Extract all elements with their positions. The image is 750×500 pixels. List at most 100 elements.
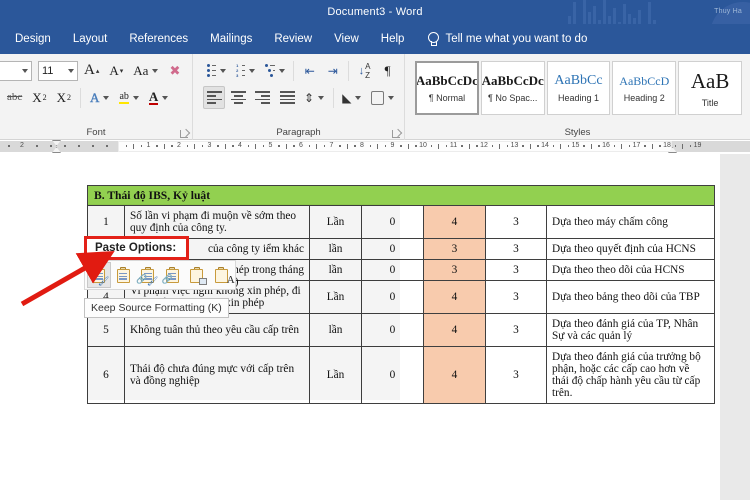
style-preview: AaBbCc: [554, 73, 603, 88]
align-left-button[interactable]: [203, 86, 226, 109]
font-color-icon: A: [148, 89, 159, 105]
tab-layout[interactable]: Layout: [62, 29, 119, 49]
table-section-header: B. Thái độ IBS, Kỷ luật: [87, 185, 715, 206]
clear-formatting-icon: ✖: [169, 62, 181, 78]
font-dialog-launcher[interactable]: [180, 130, 188, 138]
ruler-tick: [194, 144, 196, 149]
ruler-tick: [106, 145, 108, 147]
subscript-button[interactable]: X2: [28, 86, 50, 109]
text-effects-button[interactable]: A: [86, 86, 113, 109]
cell-num2: 3: [485, 205, 547, 239]
align-right-button[interactable]: [252, 86, 274, 109]
strikethrough-button[interactable]: abc: [3, 86, 26, 109]
font-group-label: Font: [86, 127, 106, 138]
chevron-down-icon: [103, 95, 110, 100]
font-name-combo[interactable]: y): [0, 60, 32, 81]
align-right-icon: [255, 91, 271, 104]
cell-desc: Thái độ chưa đúng mực với cấp trên và đồ…: [124, 346, 310, 404]
clipboard-picture-icon: [190, 267, 208, 285]
grow-font-button[interactable]: A ▴: [80, 59, 103, 82]
tell-me-box[interactable]: Tell me what you want to do: [427, 32, 587, 46]
line-spacing-button[interactable]: ⇕: [300, 86, 327, 109]
numbering-button[interactable]: 123: [232, 59, 259, 82]
ruler-tick: [50, 145, 52, 147]
style-preview: AaBbCcD: [619, 73, 670, 88]
font-size-combo[interactable]: 11: [38, 60, 78, 81]
style-heading-1[interactable]: AaBbCc Heading 1: [546, 61, 611, 115]
justify-button[interactable]: [276, 86, 298, 109]
cell-zero: 0: [361, 259, 424, 281]
align-center-icon: [231, 91, 247, 104]
clipboard-link-icon: 🔗: [162, 267, 179, 284]
sort-icon: ↓: [358, 64, 365, 77]
superscript-label: X: [56, 90, 67, 105]
ruler-tick: [377, 144, 379, 149]
ribbon-group-styles: AaBbCcDc ¶ Normal AaBbCcDc ¶ No Spac... …: [404, 54, 750, 140]
highlight-button[interactable]: ab: [115, 86, 142, 109]
evaluation-table[interactable]: B. Thái độ IBS, Kỷ luật 1 Số lần vi phạm…: [87, 185, 715, 404]
decrease-indent-button[interactable]: ⇤: [299, 59, 320, 82]
clear-formatting-button[interactable]: ✖: [164, 59, 185, 82]
ruler-tick: [674, 145, 677, 147]
table-row[interactable]: 6 Thái độ chưa đúng mực với cấp trên và …: [87, 346, 715, 404]
ruler-tick: [506, 145, 509, 147]
tab-view[interactable]: View: [323, 29, 370, 49]
strikethrough-label: abc: [7, 91, 23, 103]
cell-note: Dựa theo quyết định của HCNS: [546, 238, 715, 260]
ruler-tick-label: 2: [20, 142, 24, 149]
style-normal[interactable]: AaBbCcDc ¶ Normal: [415, 61, 479, 115]
sort-button[interactable]: ↓ A Z: [354, 59, 375, 82]
style-preview: AaBbCcDc: [481, 73, 544, 88]
paste-keep-text-only-button[interactable]: A: [210, 262, 235, 288]
ruler-tick: [468, 144, 470, 149]
ruler-tick: [8, 145, 10, 147]
cell-zero: 0: [361, 280, 424, 314]
style-no-spacing[interactable]: AaBbCcDc ¶ No Spac...: [480, 61, 545, 115]
increase-indent-button[interactable]: ⇥: [322, 59, 343, 82]
style-preview: AaBbCcDc: [415, 73, 478, 88]
borders-button[interactable]: [367, 86, 398, 109]
shrink-font-button[interactable]: A ▾: [105, 59, 127, 82]
ruler-tick-label: 9: [390, 142, 395, 149]
underline-dropdown[interactable]: [0, 86, 1, 109]
ruler-tick-label: 6: [299, 142, 303, 149]
cell-unit: lần: [309, 238, 362, 260]
multilevel-list-button[interactable]: [261, 59, 288, 82]
tab-help[interactable]: Help: [370, 29, 416, 49]
font-size-value: 11: [42, 64, 54, 77]
table-row[interactable]: 5 Không tuân thủ theo yêu cầu cấp trên l…: [87, 313, 715, 347]
cell-num2: 3: [485, 346, 547, 404]
paste-picture-button[interactable]: [185, 262, 209, 288]
tab-mailings[interactable]: Mailings: [199, 29, 263, 49]
align-center-button[interactable]: [227, 86, 249, 109]
ruler-tick: [308, 145, 311, 147]
style-heading-2[interactable]: AaBbCcD Heading 2: [612, 61, 677, 115]
paragraph-dialog-launcher[interactable]: [392, 130, 400, 138]
style-title[interactable]: AaB Title: [678, 61, 742, 115]
ruler-tick: [659, 145, 661, 147]
ruler-tick: [628, 145, 631, 147]
show-formatting-marks-button[interactable]: ¶: [377, 59, 398, 82]
horizontal-ruler[interactable]: 2 1 2 3 4 5 6 7 8 9 10 11 12 13 14 15 16 17 18 19: [0, 140, 750, 154]
styles-group-label: Styles: [564, 127, 591, 138]
tab-review[interactable]: Review: [263, 29, 323, 49]
paste-merge-formatting-link-button[interactable]: 🔗: [161, 262, 185, 288]
tab-design[interactable]: Design: [4, 29, 62, 49]
decrease-indent-icon: ⇤: [304, 63, 315, 78]
divider: [332, 87, 334, 108]
chevron-down-icon: [152, 68, 159, 73]
change-case-button[interactable]: Aa: [129, 59, 162, 82]
table-row[interactable]: 1 Số lần vi phạm đi muộn về sớm theo quy…: [87, 205, 715, 239]
document-area[interactable]: B. Thái độ IBS, Kỷ luật 1 Số lần vi phạm…: [0, 154, 750, 500]
paste-keep-source-formatting-link-button[interactable]: 🖌 🔗: [136, 262, 160, 288]
shading-button[interactable]: ◣: [339, 86, 365, 109]
font-color-button[interactable]: A: [145, 86, 172, 109]
superscript-button[interactable]: X2: [53, 86, 75, 109]
bullets-button[interactable]: [203, 59, 230, 82]
chevron-down-icon: [388, 95, 394, 100]
ribbon-group-font: y) 11 A▴ A▾ Aa ✖: [0, 54, 192, 140]
chevron-down-icon: [132, 95, 139, 100]
ruler-tick: [430, 145, 433, 147]
document-page[interactable]: B. Thái độ IBS, Kỷ luật 1 Số lần vi phạm…: [0, 154, 720, 500]
tab-references[interactable]: References: [118, 29, 199, 49]
